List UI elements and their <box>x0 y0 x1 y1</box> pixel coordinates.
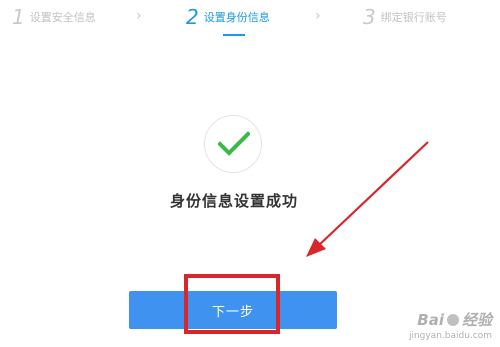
watermark-brand-suffix: 经验 <box>461 311 492 329</box>
watermark-brand: Bai <box>417 310 444 329</box>
active-step-indicator <box>223 34 245 36</box>
step-progress: 1 设置安全信息 › 2 设置身份信息 › 3 绑定银行账号 <box>0 0 500 36</box>
checkmark-icon <box>218 131 250 156</box>
step-2: 2 设置身份信息 <box>186 4 270 30</box>
success-message: 身份信息设置成功 <box>169 192 298 210</box>
step-2-number: 2 <box>186 5 199 29</box>
paw-icon <box>446 313 459 326</box>
step-1-label: 设置安全信息 <box>29 11 96 24</box>
step-3-label: 绑定银行账号 <box>380 11 447 24</box>
success-badge <box>204 115 262 173</box>
step-1-number: 1 <box>12 5 25 29</box>
chevron-right-icon: › <box>315 8 321 24</box>
step-1: 1 设置安全信息 <box>12 4 96 30</box>
step-2-label: 设置身份信息 <box>203 11 270 24</box>
step-3: 3 绑定银行账号 <box>363 4 447 30</box>
identity-setup-page: 1 设置安全信息 › 2 设置身份信息 › 3 绑定银行账号 身份信息设置成功 … <box>0 0 500 347</box>
chevron-right-icon: › <box>136 8 142 24</box>
next-step-button[interactable]: 下一步 <box>129 291 337 329</box>
watermark-url: jingyan.baidu.com <box>408 331 492 341</box>
baidu-jingyan-watermark: Bai 经验 jingyan.baidu.com <box>408 309 492 342</box>
watermark-logo: Bai 经验 <box>409 309 492 330</box>
step-3-number: 3 <box>363 5 376 29</box>
